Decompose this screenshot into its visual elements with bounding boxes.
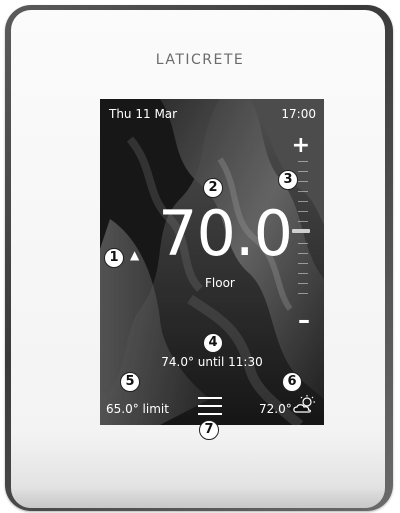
slider-tick (298, 293, 308, 294)
slider-tick (298, 181, 308, 182)
slider-tick (298, 253, 308, 254)
setpoint-sensor-label: Floor (205, 276, 235, 290)
menu-line (198, 413, 222, 415)
slider-tick (298, 161, 308, 162)
callout-4: 4 (203, 333, 223, 353)
outdoor-temperature: 72.0° (259, 402, 292, 416)
decrease-temperature-button[interactable]: – (298, 308, 310, 332)
setpoint-temperature: 70.0 (158, 197, 293, 270)
brand-logo: LATICRETE (155, 52, 245, 68)
clock-label: 17:00 (281, 107, 316, 121)
callout-3: 3 (278, 170, 298, 190)
slider-tick (298, 221, 308, 222)
slider-tick (298, 273, 308, 274)
callout-7: 7 (199, 420, 219, 440)
product-diagram: LATICRETE Thu 11 Mar 17:00 + – ▲ 70.0 Fl… (0, 0, 400, 513)
callout-2: 2 (203, 178, 223, 198)
menu-line (198, 405, 222, 407)
increase-temperature-button[interactable]: + (292, 135, 310, 157)
menu-line (198, 397, 222, 399)
callout-1: 1 (104, 248, 124, 268)
callout-6: 6 (282, 372, 302, 392)
partly-cloudy-icon (293, 395, 315, 413)
callout-5: 5 (120, 372, 140, 392)
floor-limit-label: 65.0° limit (106, 402, 169, 416)
slider-tick (298, 211, 308, 212)
slider-tick (298, 243, 308, 244)
hamburger-menu-icon[interactable] (198, 397, 222, 415)
slider-tick (298, 283, 308, 284)
slider-tick (298, 191, 308, 192)
slider-tick (298, 201, 308, 202)
slider-tick (298, 263, 308, 264)
slider-tick (298, 171, 308, 172)
slider-thumb[interactable] (292, 229, 310, 233)
device-bottom-edge (11, 488, 385, 508)
schedule-status[interactable]: 74.0° until 11:30 (100, 355, 324, 369)
date-label: Thu 11 Mar (109, 107, 178, 121)
heating-mode-arrow-icon: ▲ (130, 248, 140, 262)
